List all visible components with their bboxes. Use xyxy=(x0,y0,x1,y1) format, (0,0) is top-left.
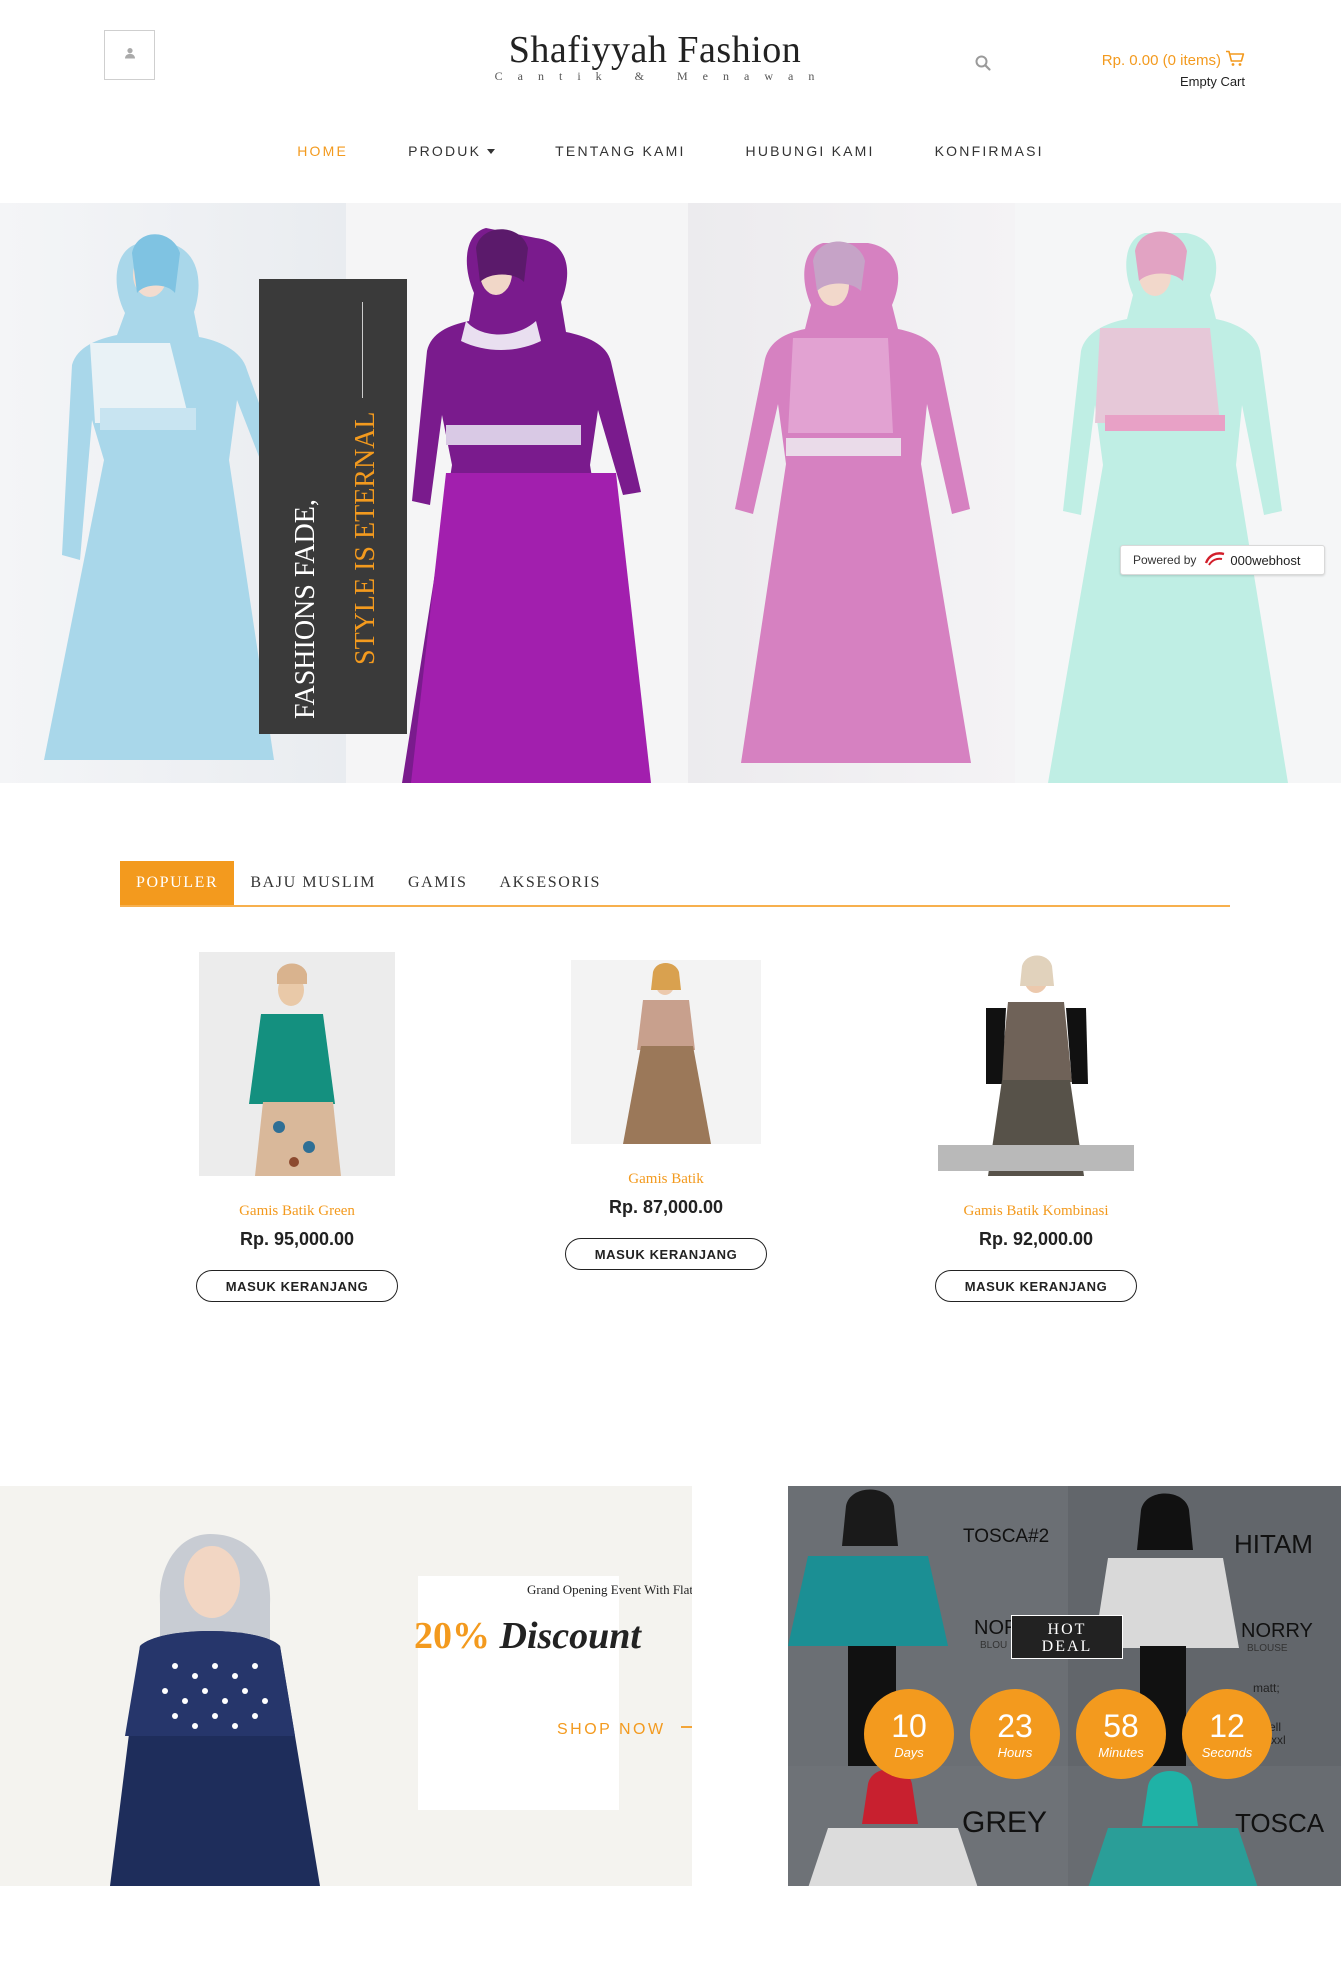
product-price: Rp. 87,000.00 xyxy=(608,1197,724,1217)
hot-deal-line1: HOT xyxy=(1047,1621,1087,1638)
promo-discount-word: Discount xyxy=(499,1615,641,1657)
powered-label: Powered by xyxy=(1133,553,1197,567)
nav-label: KONFIRMASI xyxy=(934,143,1044,159)
countdown-value: 12 xyxy=(1209,1707,1245,1744)
tab-gamis[interactable]: GAMIS xyxy=(392,861,484,905)
add-to-cart-button[interactable]: MASUK KERANJANG xyxy=(565,1238,767,1270)
shop-now-link[interactable]: SHOP NOW xyxy=(557,1720,692,1739)
hero-model-mint xyxy=(1015,203,1341,783)
webhost-logo-icon xyxy=(1204,551,1226,570)
nav-item-tentang-kami[interactable]: TENTANG KAMI xyxy=(525,139,715,163)
nav-item-produk[interactable]: PRODUK xyxy=(378,139,525,163)
product-price: Rp. 95,000.00 xyxy=(239,1229,355,1249)
deal-label-hitam: HITAM xyxy=(1234,1529,1313,1559)
deal-brand-right-sub: BLOUSE xyxy=(1247,1643,1288,1654)
deal-label-tosca: TOSCA xyxy=(1235,1808,1325,1838)
countdown-unit: Days xyxy=(894,1744,924,1760)
tab-populer[interactable]: POPULER xyxy=(120,861,235,905)
nav-label: PRODUK xyxy=(408,143,482,159)
product-name[interactable]: Gamis Batik Green xyxy=(196,1203,398,1220)
brand-title: Shafiyyah Fashion xyxy=(508,29,802,71)
discount-promo-banner[interactable]: Grand Opening Event With Flat 20% Discou… xyxy=(0,1486,692,1886)
hot-deal-banner[interactable]: TOSCA#2 HITAM NORRY BLOUSE NOR BLOU matt… xyxy=(788,1486,1341,1886)
add-to-cart-button[interactable]: MASUK KERANJANG xyxy=(196,1270,398,1302)
product-image[interactable] xyxy=(571,960,761,1144)
promo-subtitle: Grand Opening Event With Flat xyxy=(527,1582,692,1597)
promo-model-image xyxy=(0,1486,420,1886)
nav-label: TENTANG KAMI xyxy=(555,143,686,159)
product-image[interactable] xyxy=(938,952,1134,1176)
deal-label-grey: GREY xyxy=(962,1806,1048,1839)
countdown-value: 58 xyxy=(1103,1707,1139,1744)
countdown-hours: 23 Hours xyxy=(970,1689,1060,1779)
powered-brand: 000webhost xyxy=(1230,552,1301,568)
promo-card xyxy=(418,1576,619,1810)
deal-note-3: xxl xyxy=(1271,1733,1286,1747)
account-button[interactable] xyxy=(104,30,155,80)
countdown-unit: Hours xyxy=(997,1744,1033,1760)
nav-item-home[interactable]: HOME xyxy=(267,139,378,163)
product-price: Rp. 92,000.00 xyxy=(978,1229,1094,1249)
nav-item-konfirmasi[interactable]: KONFIRMASI xyxy=(905,139,1074,163)
countdown-days: 10 Days xyxy=(864,1689,954,1779)
search-icon[interactable] xyxy=(974,54,992,72)
nav-label: HOME xyxy=(297,143,349,159)
cart-status: Empty Cart xyxy=(1179,74,1245,89)
product-tabs: POPULER BAJU MUSLIM GAMIS AKSESORIS xyxy=(120,861,1230,907)
hero-model-pink xyxy=(688,203,1015,783)
tab-aksesoris[interactable]: AKSESORIS xyxy=(484,861,618,905)
deal-brand-left-sub: BLOU xyxy=(980,1640,1008,1651)
hero-quote-line1: FASHIONS FADE, xyxy=(290,499,321,719)
tab-baju-muslim[interactable]: BAJU MUSLIM xyxy=(234,861,392,905)
deal-label-tosca2: TOSCA#2 xyxy=(963,1526,1050,1547)
nav-label: HUBUNGI KAMI xyxy=(745,143,875,159)
caret-down-icon xyxy=(487,148,496,154)
main-navigation: HOME PRODUK TENTANG KAMI HUBUNGI KAMI KO… xyxy=(0,139,1341,163)
brand-tagline: Cantik & Menawan xyxy=(494,69,830,83)
product-name[interactable]: Gamis Batik Kombinasi xyxy=(935,1203,1137,1220)
quote-divider xyxy=(362,302,363,398)
cart-icon xyxy=(1225,50,1245,71)
product-card: Gamis Batik Rp. 87,000.00 MASUK KERANJAN… xyxy=(565,952,767,1270)
promo-percent: 20% xyxy=(414,1615,490,1657)
countdown-value: 10 xyxy=(891,1707,927,1744)
product-card: Gamis Batik Green Rp. 95,000.00 MASUK KE… xyxy=(196,952,398,1302)
add-to-cart-button[interactable]: MASUK KERANJANG xyxy=(935,1270,1137,1302)
nav-item-hubungi-kami[interactable]: HUBUNGI KAMI xyxy=(716,139,905,163)
arrow-right-icon xyxy=(680,1720,692,1739)
hot-deal-line2: DEAL xyxy=(1041,1638,1093,1655)
user-icon xyxy=(124,46,136,64)
countdown-unit: Seconds xyxy=(1201,1744,1253,1760)
product-card: Gamis Batik Kombinasi Rp. 92,000.00 MASU… xyxy=(935,952,1137,1302)
deal-brand-right: NORRY xyxy=(1241,1620,1313,1642)
hero-banner[interactable]: Powered by 000webhost xyxy=(0,203,1341,783)
countdown-seconds: 12 Seconds xyxy=(1182,1689,1272,1779)
cart-total: Rp. 0.00 (0 items) xyxy=(1101,52,1221,69)
countdown-minutes: 58 Minutes xyxy=(1076,1689,1166,1779)
promo-headline: 20% Discount xyxy=(414,1614,641,1658)
brand-logo[interactable]: Shafiyyah Fashion Cantik & Menawan xyxy=(470,28,840,84)
hero-quote-box xyxy=(259,279,407,734)
product-image[interactable] xyxy=(199,952,395,1176)
hero-quote-line2: STYLE IS ETERNAL xyxy=(350,411,381,665)
hot-deal-badge: HOT DEAL xyxy=(1011,1615,1123,1659)
cart-widget[interactable]: Rp. 0.00 (0 items) Empty Cart xyxy=(1102,50,1245,89)
shop-now-label: SHOP NOW xyxy=(557,1720,666,1738)
countdown-timer: 10 Days 23 Hours 58 Minutes 12 Seconds xyxy=(864,1689,1272,1779)
countdown-unit: Minutes xyxy=(1098,1744,1144,1760)
countdown-value: 23 xyxy=(997,1707,1033,1744)
product-name[interactable]: Gamis Batik xyxy=(565,1171,767,1188)
webhost-badge[interactable]: Powered by 000webhost xyxy=(1120,545,1325,575)
